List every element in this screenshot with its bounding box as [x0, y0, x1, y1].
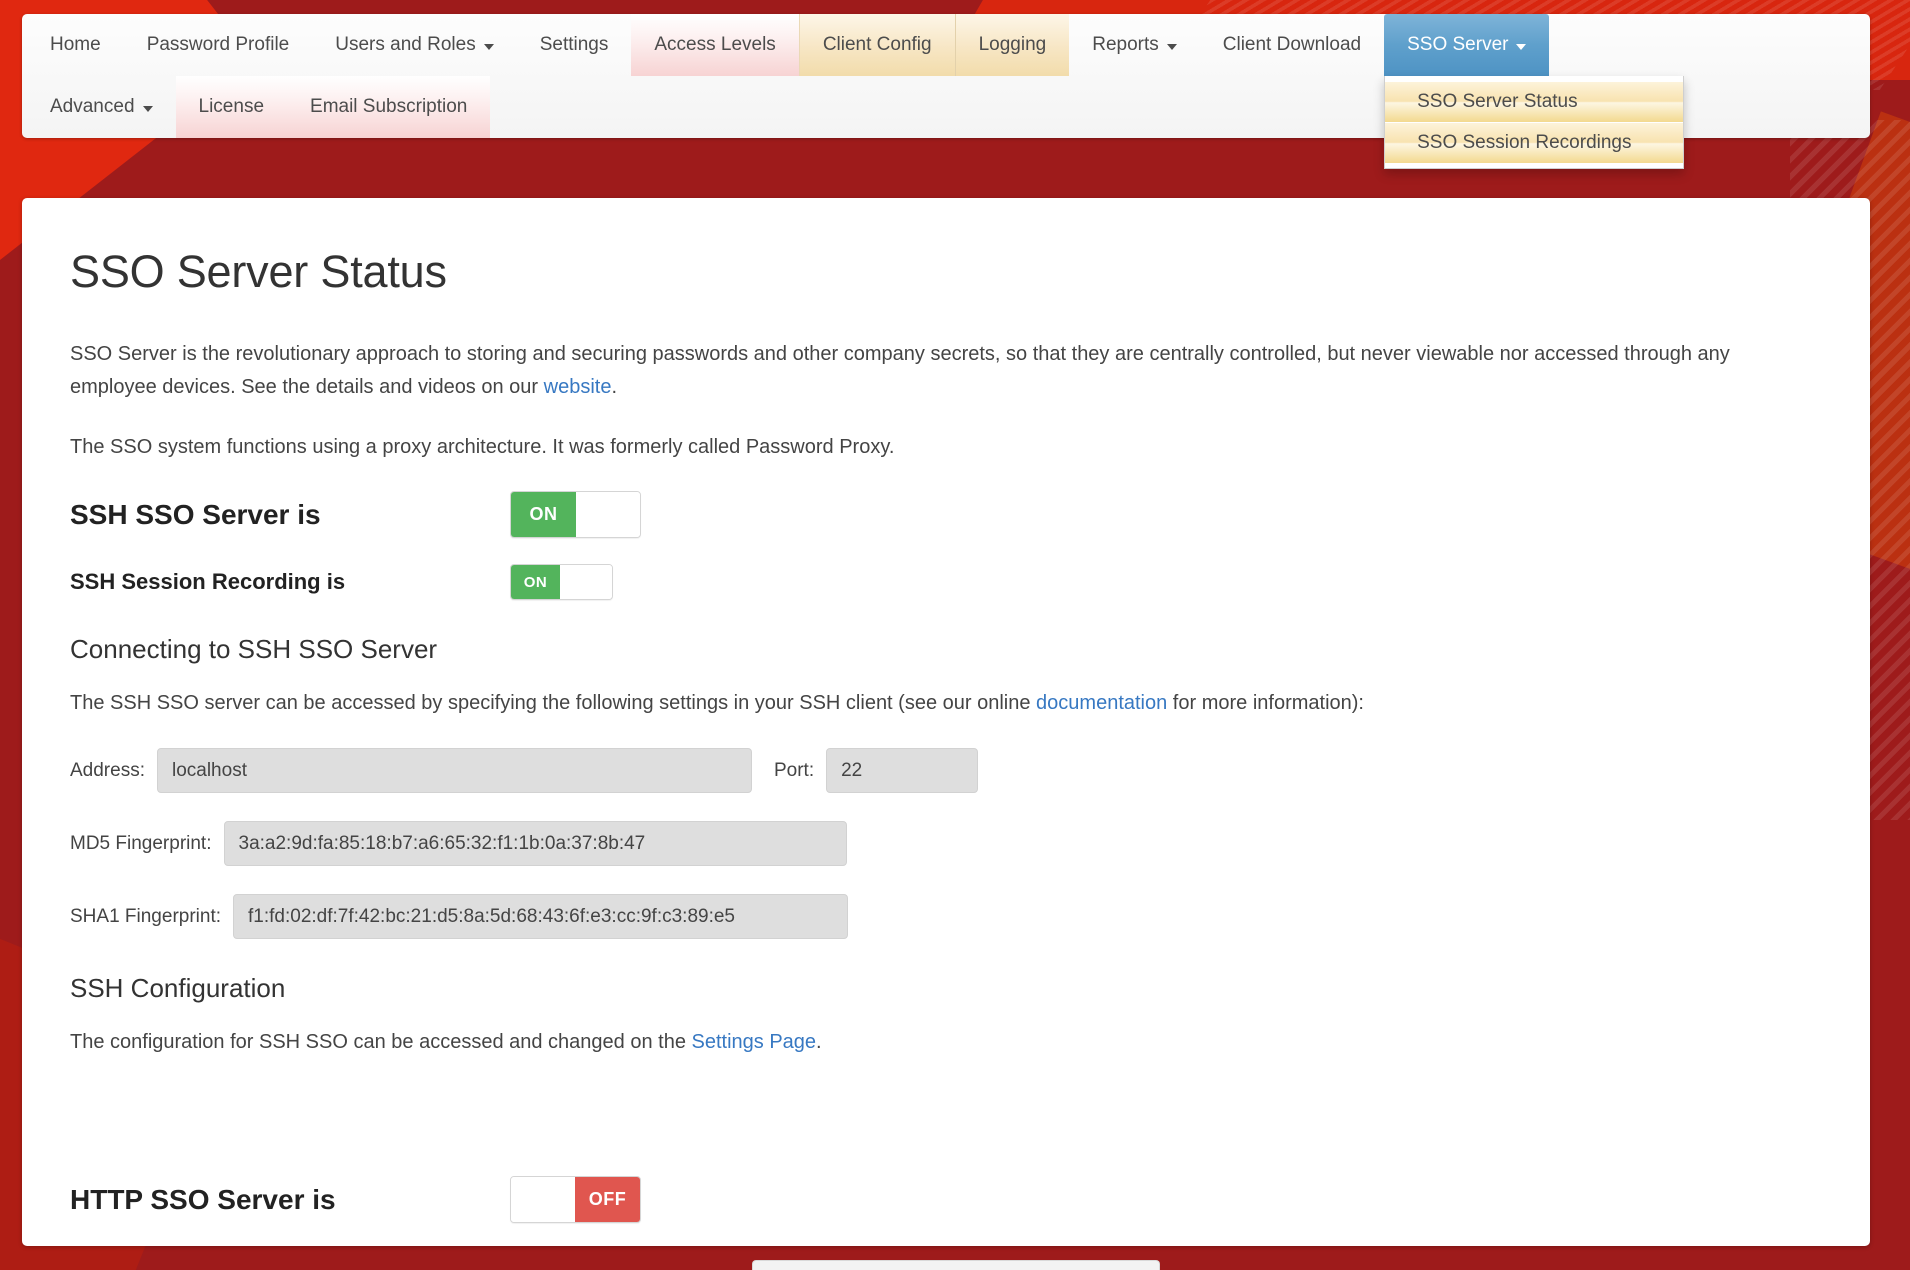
nav-item-label: Client Download: [1222, 34, 1362, 55]
connecting-text-part2: for more information):: [1167, 692, 1364, 714]
nav-item-password-profile[interactable]: Password Profile: [124, 14, 313, 76]
ssh-sso-server-toggle-row: SSH SSO Server is ON: [70, 491, 1822, 538]
chevron-down-icon: [142, 106, 153, 112]
main-navbar: Home Password Profile Users and Roles Se…: [22, 14, 1870, 169]
toggle-off-segment: OFF: [575, 1177, 640, 1222]
toggle-knob: [560, 565, 612, 599]
nav-item-label: Access Levels: [654, 34, 776, 55]
nav-item-users-and-roles[interactable]: Users and Roles: [312, 14, 516, 76]
nav-item-access-levels[interactable]: Access Levels: [631, 14, 799, 76]
dropdown-item-label: SSO Session Recordings: [1417, 132, 1632, 153]
connecting-paragraph: The SSH SSO server can be accessed by sp…: [70, 687, 1815, 720]
ssh-config-text-part2: .: [816, 1031, 822, 1053]
http-sso-server-toggle-row: HTTP SSO Server is OFF: [70, 1176, 1822, 1223]
connecting-text-part1: The SSH SSO server can be accessed by sp…: [70, 692, 1037, 714]
intro-text-part1: SSO Server is the revolutionary approach…: [70, 343, 1730, 398]
toggle-on-segment: ON: [511, 565, 561, 599]
sha1-fingerprint-field[interactable]: f1:fd:02:df:7f:42:bc:21:d5:8a:5d:68:43:6…: [233, 894, 849, 939]
address-field[interactable]: localhost: [156, 748, 752, 793]
settings-page-link[interactable]: Settings Page: [692, 1031, 817, 1053]
nav-item-reports[interactable]: Reports: [1069, 14, 1200, 76]
nav-item-sso-server[interactable]: SSO Server SSO Server Status SSO Session…: [1384, 14, 1685, 169]
chevron-down-icon: [483, 44, 494, 50]
bottom-panel-sliver: [752, 1260, 1160, 1270]
nav-item-label: Users and Roles: [335, 34, 476, 55]
ssh-sso-server-label: SSH SSO Server is: [70, 498, 321, 530]
toggle-knob: [576, 492, 640, 537]
dropdown-item-label: SSO Server Status: [1417, 91, 1578, 112]
ssh-sso-server-toggle[interactable]: ON: [510, 491, 641, 538]
sha1-fingerprint-label: SHA1 Fingerprint:: [70, 905, 222, 927]
ssh-session-recording-toggle[interactable]: ON: [510, 564, 613, 600]
ssh-session-recording-toggle-row: SSH Session Recording is ON: [70, 564, 1822, 600]
nav-item-label: Settings: [539, 34, 609, 55]
nav-item-label: Home: [50, 34, 101, 55]
ssh-config-text-part1: The configuration for SSH SSO can be acc…: [70, 1031, 692, 1053]
content-card: SSO Server Status SSO Server is the revo…: [22, 198, 1870, 1246]
chevron-down-icon: [1166, 44, 1177, 50]
nav-item-label: Advanced: [50, 96, 135, 117]
nav-item-label: Logging: [978, 34, 1047, 55]
dropdown-item-sso-session-recordings[interactable]: SSO Session Recordings: [1385, 123, 1684, 164]
toggle-on-segment: ON: [511, 492, 576, 537]
toggle-knob: [511, 1177, 575, 1222]
nav-item-logging[interactable]: Logging: [954, 14, 1070, 76]
nav-item-label: Reports: [1092, 34, 1159, 55]
address-label: Address:: [70, 759, 145, 781]
dropdown-item-sso-server-status[interactable]: SSO Server Status: [1385, 82, 1684, 123]
page-title: SSO Server Status: [70, 246, 447, 297]
nav-item-label: Password Profile: [146, 34, 290, 55]
nav-item-license[interactable]: License: [175, 76, 288, 138]
website-link[interactable]: website: [544, 376, 612, 398]
http-sso-server-toggle[interactable]: OFF: [510, 1176, 641, 1223]
nav-item-advanced[interactable]: Advanced: [22, 76, 176, 138]
intro-paragraph: SSO Server is the revolutionary approach…: [70, 338, 1815, 404]
intro-text-part2: .: [611, 376, 618, 398]
nav-item-client-download[interactable]: Client Download: [1200, 14, 1384, 76]
nav-item-label: SSO Server: [1407, 34, 1509, 55]
nav-item-label: License: [198, 96, 265, 117]
ssh-configuration-heading: SSH Configuration: [70, 973, 286, 1003]
nav-item-label: Email Subscription: [310, 96, 468, 117]
chevron-down-icon: [1516, 44, 1527, 50]
address-port-row: Address: localhost Port: 22: [70, 748, 1822, 793]
port-field[interactable]: 22: [826, 748, 979, 793]
http-sso-server-label: HTTP SSO Server is: [70, 1183, 336, 1215]
ssh-configuration-paragraph: The configuration for SSH SSO can be acc…: [70, 1026, 1815, 1059]
nav-item-settings[interactable]: Settings: [517, 14, 632, 76]
md5-fingerprint-field[interactable]: 3a:a2:9d:fa:85:18:b7:a6:65:32:f1:1b:0a:3…: [223, 821, 847, 866]
sso-server-dropdown-menu: SSO Server Status SSO Session Recordings: [1384, 76, 1685, 169]
nav-item-client-config[interactable]: Client Config: [798, 14, 955, 76]
navbar-row-primary: Home Password Profile Users and Roles Se…: [22, 14, 1870, 169]
proxy-note-paragraph: The SSO system functions using a proxy a…: [70, 436, 895, 458]
port-label: Port:: [773, 759, 815, 781]
ssh-session-recording-label: SSH Session Recording is: [70, 569, 346, 594]
connecting-heading: Connecting to SSH SSO Server: [70, 634, 438, 664]
documentation-link[interactable]: documentation: [1036, 692, 1167, 714]
nav-item-home[interactable]: Home: [22, 14, 124, 76]
md5-fingerprint-row: MD5 Fingerprint: 3a:a2:9d:fa:85:18:b7:a6…: [70, 821, 1822, 866]
sha1-fingerprint-row: SHA1 Fingerprint: f1:fd:02:df:7f:42:bc:2…: [70, 894, 1822, 939]
nav-item-label: Client Config: [822, 34, 932, 55]
md5-fingerprint-label: MD5 Fingerprint:: [70, 832, 212, 854]
nav-item-email-subscription[interactable]: Email Subscription: [287, 76, 491, 138]
